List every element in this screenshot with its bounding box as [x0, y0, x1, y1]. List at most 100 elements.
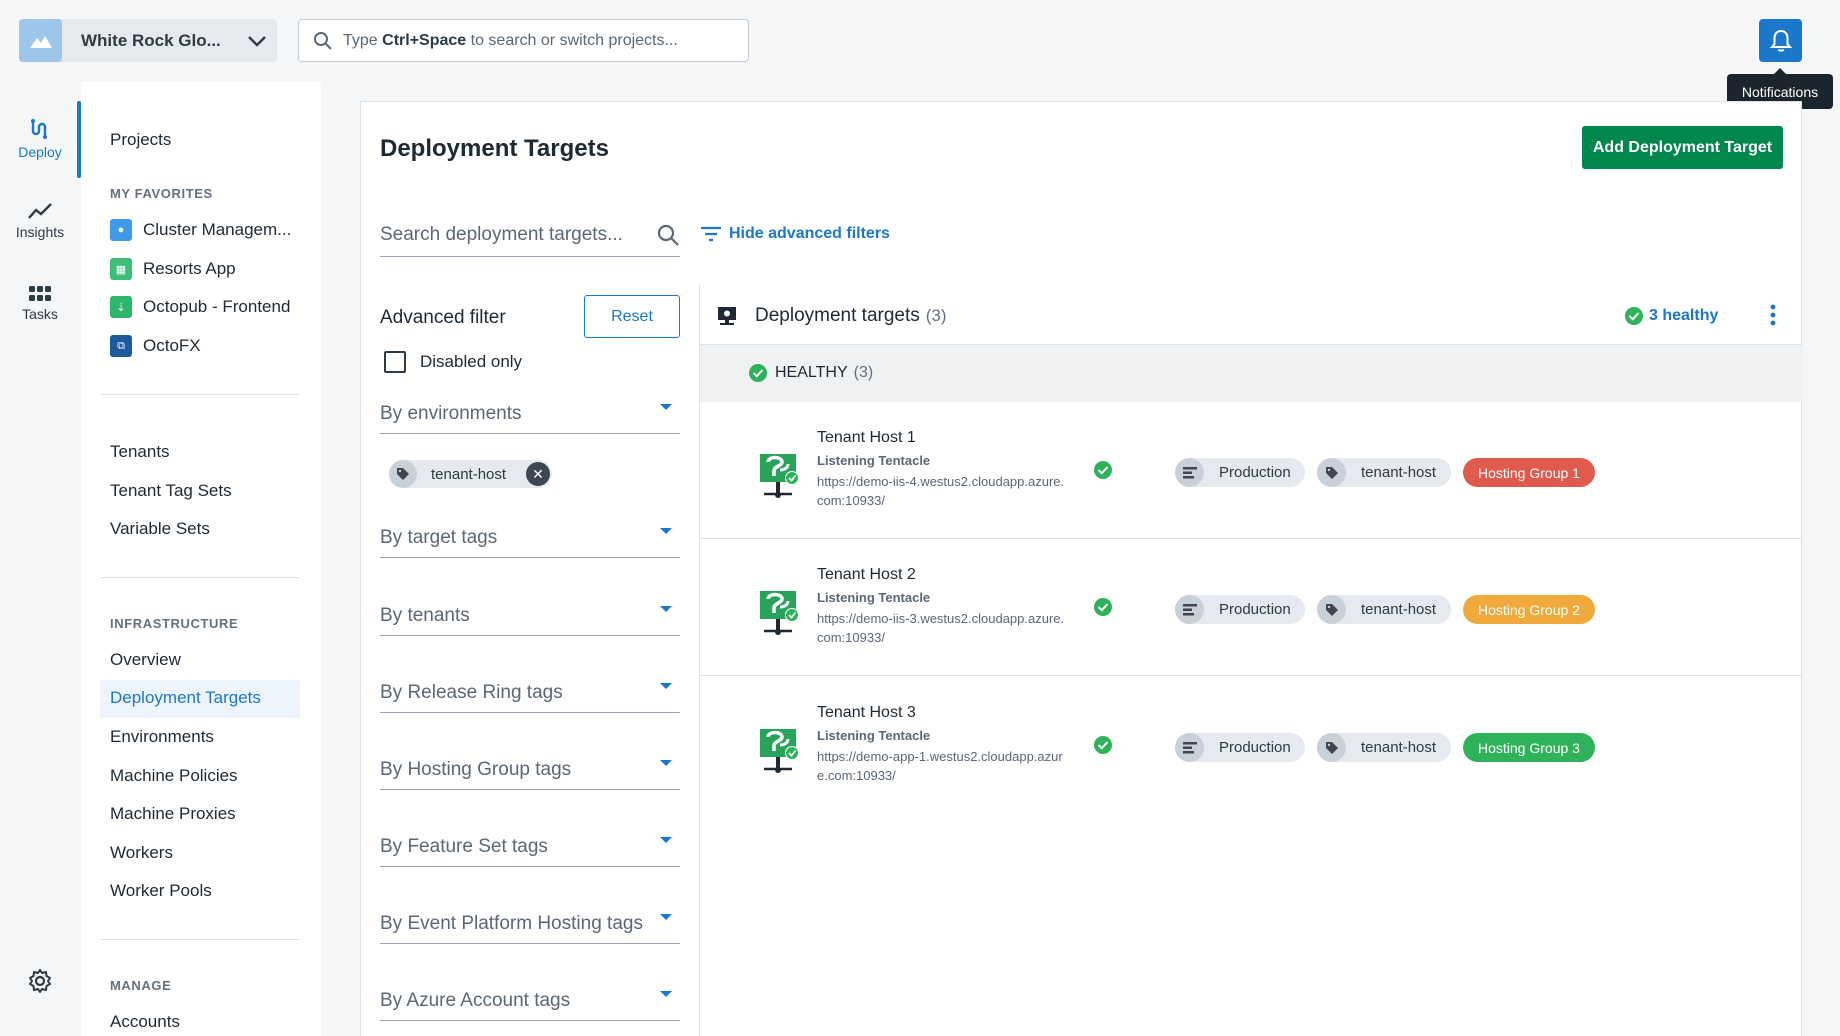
- healthy-status-icon: [1094, 461, 1112, 484]
- nav-deployment-targets[interactable]: Deployment Targets: [110, 688, 261, 708]
- remove-chip-close-icon[interactable]: ✕: [526, 462, 550, 486]
- hosting-group-filter-label: By Hosting Group tags: [380, 759, 572, 780]
- space-name: White Rock Glo...: [81, 30, 221, 50]
- hosting-group-badge: Hosting Group 2: [1463, 595, 1595, 624]
- global-search-input[interactable]: Type Ctrl+Space to search or switch proj…: [298, 19, 749, 62]
- disabled-only-checkbox[interactable]: Disabled only: [384, 351, 522, 373]
- tag-label: tenant-host: [1361, 739, 1437, 756]
- nav-machine-policies[interactable]: Machine Policies: [110, 766, 238, 786]
- target-name[interactable]: Tenant Host 1: [817, 429, 916, 447]
- favorite-project[interactable]: ● Cluster Managem...: [110, 219, 291, 241]
- nav-divider: [100, 939, 300, 940]
- tag-icon: [1317, 733, 1346, 762]
- nav-workers[interactable]: Workers: [110, 843, 173, 863]
- space-switcher[interactable]: White Rock Glo...: [19, 19, 277, 62]
- favorite-project[interactable]: ▦ Resorts App: [110, 258, 236, 280]
- target-type: Listening Tentacle: [817, 728, 931, 743]
- tag-icon: [1317, 595, 1346, 624]
- rail-insights[interactable]: Insights: [0, 202, 80, 240]
- settings-button[interactable]: [27, 968, 53, 999]
- deploy-icon: [31, 119, 47, 139]
- environments-filter-select[interactable]: By environments: [380, 394, 680, 434]
- tag-label: tenant-host: [1361, 601, 1437, 618]
- checkbox-box[interactable]: [384, 351, 406, 373]
- rail-deploy-label: Deploy: [18, 144, 62, 160]
- azure-account-filter-label: By Azure Account tags: [380, 990, 571, 1011]
- gear-icon: [29, 969, 51, 993]
- tentacle-icon: [758, 452, 800, 507]
- favorite-project-label: Cluster Managem...: [143, 220, 292, 239]
- tag-icon: [1317, 458, 1346, 487]
- table-row[interactable]: Tenant Host 3 Listening Tentacle https:/…: [700, 677, 1802, 814]
- hosting-group-filter-select[interactable]: By Hosting Group tags: [380, 750, 680, 790]
- release-ring-filter-select[interactable]: By Release Ring tags: [380, 673, 680, 713]
- tasks-icon: [29, 286, 51, 301]
- table-row[interactable]: Tenant Host 2 Listening Tentacle https:/…: [700, 539, 1802, 676]
- caret-down-icon: [660, 606, 672, 612]
- environment-icon: [1175, 733, 1204, 762]
- notifications-button[interactable]: [1759, 19, 1802, 62]
- more-vertical-icon: [1770, 304, 1776, 326]
- target-name[interactable]: Tenant Host 2: [817, 566, 916, 584]
- hide-advanced-filters-link[interactable]: Hide advanced filters: [701, 225, 890, 243]
- nav-accounts[interactable]: Accounts: [110, 1012, 180, 1032]
- add-deployment-target-button[interactable]: Add Deployment Target: [1582, 126, 1783, 169]
- selected-tag-label: tenant-host: [431, 465, 507, 483]
- nav-overview[interactable]: Overview: [110, 650, 181, 670]
- environment-icon: [1175, 458, 1204, 487]
- search-hint-prefix: Type: [343, 31, 383, 49]
- target-url: https://demo-iis-3.westus2.cloudapp.azur…: [817, 611, 1065, 645]
- environment-icon: [1175, 595, 1204, 624]
- azure-account-filter-select[interactable]: By Azure Account tags: [380, 981, 680, 1021]
- favorite-project[interactable]: ⇣ Octopub - Frontend: [110, 296, 290, 318]
- project-logo-icon: ●: [110, 219, 132, 241]
- nav-environments[interactable]: Environments: [110, 727, 214, 747]
- caret-down-icon: [660, 683, 672, 689]
- environments-filter-label: By environments: [380, 403, 522, 424]
- caret-down-icon: [660, 404, 672, 410]
- favorite-project-label: Resorts App: [143, 259, 236, 278]
- tag-chip: tenant-host: [1317, 458, 1451, 487]
- favorite-project[interactable]: ⧉ OctoFX: [110, 335, 201, 357]
- target-tags-filter-label: By target tags: [380, 527, 498, 548]
- group-label: HEALTHY: [775, 364, 848, 381]
- page-title: Deployment Targets: [380, 135, 609, 162]
- nav-projects[interactable]: Projects: [110, 130, 171, 150]
- nav-divider: [100, 394, 300, 395]
- target-name[interactable]: Tenant Host 3: [817, 704, 916, 722]
- top-bar: White Rock Glo... Type Ctrl+Space to sea…: [0, 0, 1840, 82]
- check-circle-icon: [749, 364, 767, 382]
- feature-set-filter-select[interactable]: By Feature Set tags: [380, 827, 680, 867]
- targets-list-header: Deployment targets (3) 3 healthy: [700, 284, 1802, 345]
- event-platform-filter-label: By Event Platform Hosting tags: [380, 913, 643, 934]
- nav-variable-sets[interactable]: Variable Sets: [110, 519, 210, 539]
- rail-deploy[interactable]: Deploy: [0, 118, 80, 160]
- caret-down-icon: [660, 914, 672, 920]
- nav-worker-pools[interactable]: Worker Pools: [110, 881, 212, 901]
- target-tags-filter-select[interactable]: By target tags: [380, 518, 680, 558]
- deployment-target-search-input[interactable]: Search deployment targets...: [380, 213, 680, 257]
- secondary-nav: Projects MY FAVORITES ● Cluster Managem.…: [81, 82, 321, 1036]
- target-type: Listening Tentacle: [817, 453, 931, 468]
- healthy-summary-link[interactable]: 3 healthy: [1625, 307, 1718, 325]
- search-placeholder: Search deployment targets...: [380, 223, 623, 245]
- selected-tag-chip: tenant-host ✕: [389, 460, 552, 488]
- nav-machine-proxies[interactable]: Machine Proxies: [110, 804, 236, 824]
- table-row[interactable]: Tenant Host 1 Listening Tentacle https:/…: [700, 402, 1802, 539]
- tenants-filter-select[interactable]: By tenants: [380, 596, 680, 636]
- more-options-button[interactable]: [1770, 304, 1776, 331]
- tentacle-icon: [758, 589, 800, 644]
- tag-chip: tenant-host: [1317, 733, 1451, 762]
- environment-chip: Production: [1175, 595, 1305, 624]
- nav-tenants[interactable]: Tenants: [110, 442, 170, 462]
- advanced-filter-title: Advanced filter: [380, 307, 506, 328]
- target-url: https://demo-iis-4.westus2.cloudapp.azur…: [817, 474, 1065, 508]
- rail-tasks[interactable]: Tasks: [0, 286, 80, 322]
- reset-filters-button[interactable]: Reset: [584, 295, 680, 338]
- event-platform-filter-select[interactable]: By Event Platform Hosting tags: [380, 904, 680, 944]
- nav-tenant-tag-sets[interactable]: Tenant Tag Sets: [110, 481, 232, 501]
- disabled-only-label: Disabled only: [420, 352, 523, 371]
- nav-infrastructure-heading: INFRASTRUCTURE: [110, 616, 239, 631]
- nav-manage-heading: MANAGE: [110, 978, 172, 993]
- rail-insights-label: Insights: [15, 224, 65, 240]
